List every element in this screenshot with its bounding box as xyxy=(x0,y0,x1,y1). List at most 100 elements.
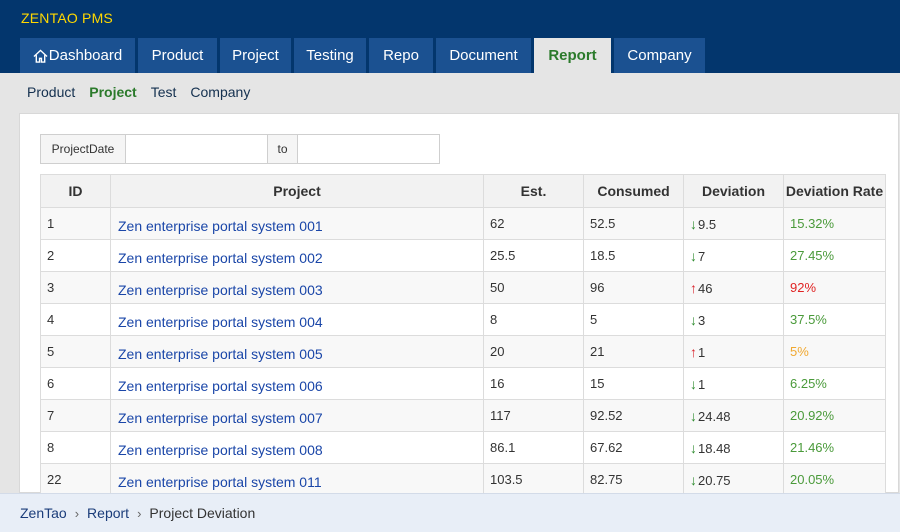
project-link[interactable]: Zen enterprise portal system 011 xyxy=(117,474,322,490)
deviation-value: 46 xyxy=(698,280,713,296)
table-row: 6 Zen enterprise portal system 006 16 15 ↓1 6… xyxy=(40,367,886,400)
cell-deviation-rate: 20.05% xyxy=(783,463,886,496)
deviation-value: 1 xyxy=(698,376,706,392)
tab-label: Testing xyxy=(306,47,354,64)
cell-project: Zen enterprise portal system 008 xyxy=(110,431,484,464)
deviation-rate-value: 20.92% xyxy=(790,408,835,423)
deviation-rate-value: 27.45% xyxy=(790,248,835,263)
tab-label: Project xyxy=(232,47,279,64)
cell-consumed: 96 xyxy=(583,271,684,304)
cell-est: 16 xyxy=(483,367,584,400)
column-header-deviation[interactable]: Deviation xyxy=(683,174,784,208)
table-row: 2 Zen enterprise portal system 002 25.5 18.… xyxy=(40,239,886,272)
cell-est: 25.5 xyxy=(483,239,584,272)
end-date-input[interactable] xyxy=(298,134,440,164)
cell-id: 5 xyxy=(40,335,111,368)
table-row: 1 Zen enterprise portal system 001 62 52.5 ↓… xyxy=(40,207,886,240)
subnav-item-project[interactable]: Project xyxy=(89,84,136,104)
subnav-item-product[interactable]: Product xyxy=(27,84,75,104)
cell-deviation-rate: 6.25% xyxy=(783,367,886,400)
project-link[interactable]: Zen enterprise portal system 004 xyxy=(117,314,323,330)
cell-deviation-rate: 15.32% xyxy=(783,207,886,240)
tab-label: Dashboard xyxy=(48,47,123,64)
project-link[interactable]: Zen enterprise portal system 008 xyxy=(117,442,323,458)
cell-consumed: 52.5 xyxy=(583,207,684,240)
cell-est: 50 xyxy=(483,271,584,304)
project-link[interactable]: Zen enterprise portal system 005 xyxy=(117,346,323,362)
arrow-up-icon: ↑ xyxy=(690,343,697,360)
breadcrumb-report[interactable]: Report xyxy=(87,505,129,521)
subnav-item-company[interactable]: Company xyxy=(190,84,250,104)
breadcrumb-zentao[interactable]: ZenTao xyxy=(20,505,67,521)
cell-est: 86.1 xyxy=(483,431,584,464)
tab-product[interactable]: Product xyxy=(138,38,217,73)
cell-id: 6 xyxy=(40,367,111,400)
table-row: 8 Zen enterprise portal system 008 86.1 67.… xyxy=(40,431,886,464)
table-row: 22 Zen enterprise portal system 011 103.5 8… xyxy=(40,463,886,496)
to-label: to xyxy=(267,134,298,164)
cell-project: Zen enterprise portal system 011 xyxy=(110,463,484,496)
cell-consumed: 5 xyxy=(583,303,684,336)
deviation-value: 24.48 xyxy=(698,408,731,424)
cell-deviation: ↓18.48 xyxy=(683,431,784,464)
arrow-down-icon: ↓ xyxy=(690,311,697,328)
deviation-value: 20.75 xyxy=(698,472,731,488)
project-link[interactable]: Zen enterprise portal system 001 xyxy=(117,218,323,234)
column-header-deviation-rate[interactable]: Deviation Rate xyxy=(783,174,886,208)
arrow-down-icon: ↓ xyxy=(690,247,697,264)
top-header: ZENTAO PMS Dashboard Product Project Tes… xyxy=(0,0,900,73)
home-icon xyxy=(33,48,48,63)
deviation-rate-value: 20.05% xyxy=(790,472,835,487)
table-row: 5 Zen enterprise portal system 005 20 21 ↑1 5… xyxy=(40,335,886,368)
arrow-down-icon: ↓ xyxy=(690,215,697,232)
deviation-value: 7 xyxy=(698,248,706,264)
tab-dashboard[interactable]: Dashboard xyxy=(20,38,135,73)
cell-deviation: ↓24.48 xyxy=(683,399,784,432)
column-header-project[interactable]: Project xyxy=(110,174,484,208)
column-header-consumed[interactable]: Consumed xyxy=(583,174,684,208)
deviation-rate-value: 92% xyxy=(790,280,817,295)
tab-label: Repo xyxy=(383,47,419,64)
project-link[interactable]: Zen enterprise portal system 007 xyxy=(117,410,323,426)
project-date-label: ProjectDate xyxy=(40,134,126,164)
project-link[interactable]: Zen enterprise portal system 006 xyxy=(117,378,323,394)
tab-company[interactable]: Company xyxy=(614,38,705,73)
arrow-down-icon: ↓ xyxy=(690,471,697,488)
tab-testing[interactable]: Testing xyxy=(294,38,366,73)
tab-repo[interactable]: Repo xyxy=(369,38,433,73)
cell-deviation-rate: 37.5% xyxy=(783,303,886,336)
project-link[interactable]: Zen enterprise portal system 003 xyxy=(117,282,323,298)
tab-label: Product xyxy=(151,47,204,64)
cell-project: Zen enterprise portal system 007 xyxy=(110,399,484,432)
cell-deviation: ↑46 xyxy=(683,271,784,304)
tab-project[interactable]: Project xyxy=(220,38,291,73)
table-row: 4 Zen enterprise portal system 004 8 5 ↓3 37.… xyxy=(40,303,886,336)
cell-id: 2 xyxy=(40,239,111,272)
brand-title: ZENTAO PMS xyxy=(21,10,113,26)
project-link[interactable]: Zen enterprise portal system 002 xyxy=(117,250,323,266)
cell-deviation-rate: 21.46% xyxy=(783,431,886,464)
tab-document[interactable]: Document xyxy=(436,38,531,73)
deviation-rate-value: 37.5% xyxy=(790,312,827,327)
breadcrumb-separator: › xyxy=(137,505,142,521)
sub-nav: Product Project Test Company xyxy=(27,84,264,104)
deviation-rate-value: 21.46% xyxy=(790,440,835,455)
cell-deviation: ↓1 xyxy=(683,367,784,400)
start-date-input[interactable] xyxy=(126,134,267,164)
column-header-est[interactable]: Est. xyxy=(483,174,584,208)
report-panel: ProjectDate to ID Project Est. Consumed … xyxy=(19,113,899,496)
cell-id: 4 xyxy=(40,303,111,336)
cell-est: 8 xyxy=(483,303,584,336)
cell-est: 117 xyxy=(483,399,584,432)
deviation-rate-value: 15.32% xyxy=(790,216,835,231)
cell-consumed: 15 xyxy=(583,367,684,400)
cell-id: 22 xyxy=(40,463,111,496)
subnav-item-test[interactable]: Test xyxy=(151,84,177,104)
arrow-down-icon: ↓ xyxy=(690,375,697,392)
tab-report[interactable]: Report xyxy=(534,38,611,73)
tab-label: Document xyxy=(449,47,518,64)
column-header-id[interactable]: ID xyxy=(40,174,111,208)
cell-id: 1 xyxy=(40,207,111,240)
deviation-value: 18.48 xyxy=(698,440,731,456)
cell-deviation: ↓20.75 xyxy=(683,463,784,496)
